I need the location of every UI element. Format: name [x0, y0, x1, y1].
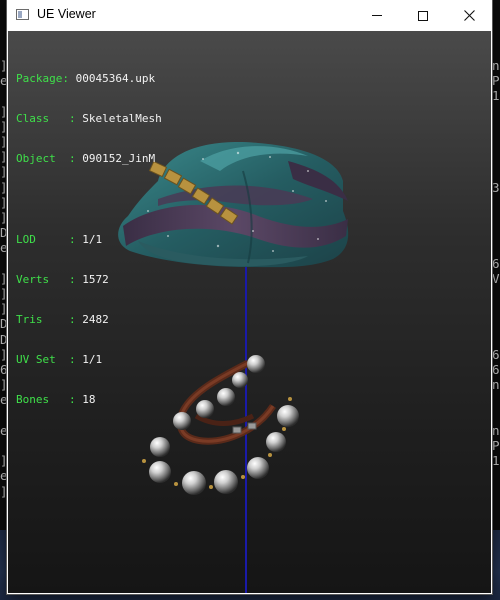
info-row-bones: Bones : 18 — [16, 393, 96, 407]
console-char: 6 — [492, 255, 500, 271]
minimize-icon — [372, 15, 382, 16]
console-char: 3 — [492, 179, 500, 195]
console-char — [492, 468, 500, 483]
info-row-verts: Verts : 1572 — [16, 272, 109, 286]
info-key: Package — [16, 71, 63, 85]
info-value: 090152_JinM — [82, 152, 156, 166]
info-key: UV Set — [16, 353, 56, 367]
info-value: 1572 — [82, 272, 109, 286]
console-char: 6 — [492, 346, 500, 362]
minimize-button[interactable] — [354, 0, 400, 31]
console-char — [492, 392, 500, 407]
console-char — [492, 210, 500, 225]
console-char — [492, 316, 500, 331]
console-char: n — [492, 58, 500, 73]
console-char — [492, 195, 500, 210]
console-char — [492, 408, 500, 423]
info-row-object: Object : 090152_JinM — [16, 152, 156, 166]
console-char — [492, 119, 500, 134]
app-window-icon[interactable] — [16, 9, 29, 20]
close-button[interactable] — [446, 0, 492, 31]
maximize-icon — [418, 10, 428, 21]
info-key: LOD — [16, 232, 36, 246]
console-char: 6 — [492, 362, 500, 378]
info-row-package: Package: 00045364.upk — [16, 71, 156, 85]
mesh-info-panel: Package: 00045364.upk Class : SkeletalMe… — [16, 45, 162, 434]
info-key: Object — [16, 152, 56, 166]
console-char: 1 — [492, 88, 500, 104]
info-key: Verts — [16, 272, 50, 286]
info-value: 00045364.upk — [75, 71, 156, 85]
info-key: Bones — [16, 393, 50, 407]
console-char — [492, 286, 500, 301]
console-char: P — [492, 73, 500, 89]
maximize-button[interactable] — [400, 0, 446, 31]
info-value: SkeletalMesh — [82, 112, 162, 126]
console-char — [492, 134, 500, 149]
info-row-uv-set: UV Set : 1/1 — [16, 353, 103, 367]
info-value: 1/1 — [82, 232, 103, 246]
console-char — [492, 164, 500, 179]
console-char — [492, 149, 500, 164]
console-text-right-edge: nP1 3 6V 66n nP1 — [492, 58, 500, 484]
info-row-class: Class : SkeletalMesh — [16, 112, 162, 126]
info-row-lod: LOD : 1/1 — [16, 232, 103, 246]
info-value: 2482 — [82, 313, 109, 327]
info-row-tris: Tris : 2482 — [16, 313, 109, 327]
window-title: UE Viewer — [37, 7, 96, 21]
console-char — [492, 104, 500, 119]
console-char — [492, 225, 500, 240]
title-bar[interactable]: UE Viewer — [7, 0, 492, 31]
console-char: 1 — [492, 453, 500, 469]
console-char: n — [492, 377, 500, 393]
info-key: Class — [16, 112, 50, 126]
console-char — [492, 301, 500, 316]
console-char: n — [492, 422, 500, 438]
console-char — [492, 240, 500, 255]
console-char: V — [492, 270, 500, 286]
3d-viewport[interactable]: Package: 00045364.upk Class : SkeletalMe… — [8, 31, 491, 593]
close-icon — [463, 10, 475, 21]
info-value: 18 — [82, 393, 96, 407]
info-key: Tris — [16, 313, 43, 327]
console-char: P — [492, 438, 500, 454]
ue-viewer-window[interactable]: UE Viewer Package: 00045364.upk Class: … — [7, 0, 492, 594]
info-value: 1/1 — [82, 353, 103, 367]
console-char — [492, 332, 500, 347]
